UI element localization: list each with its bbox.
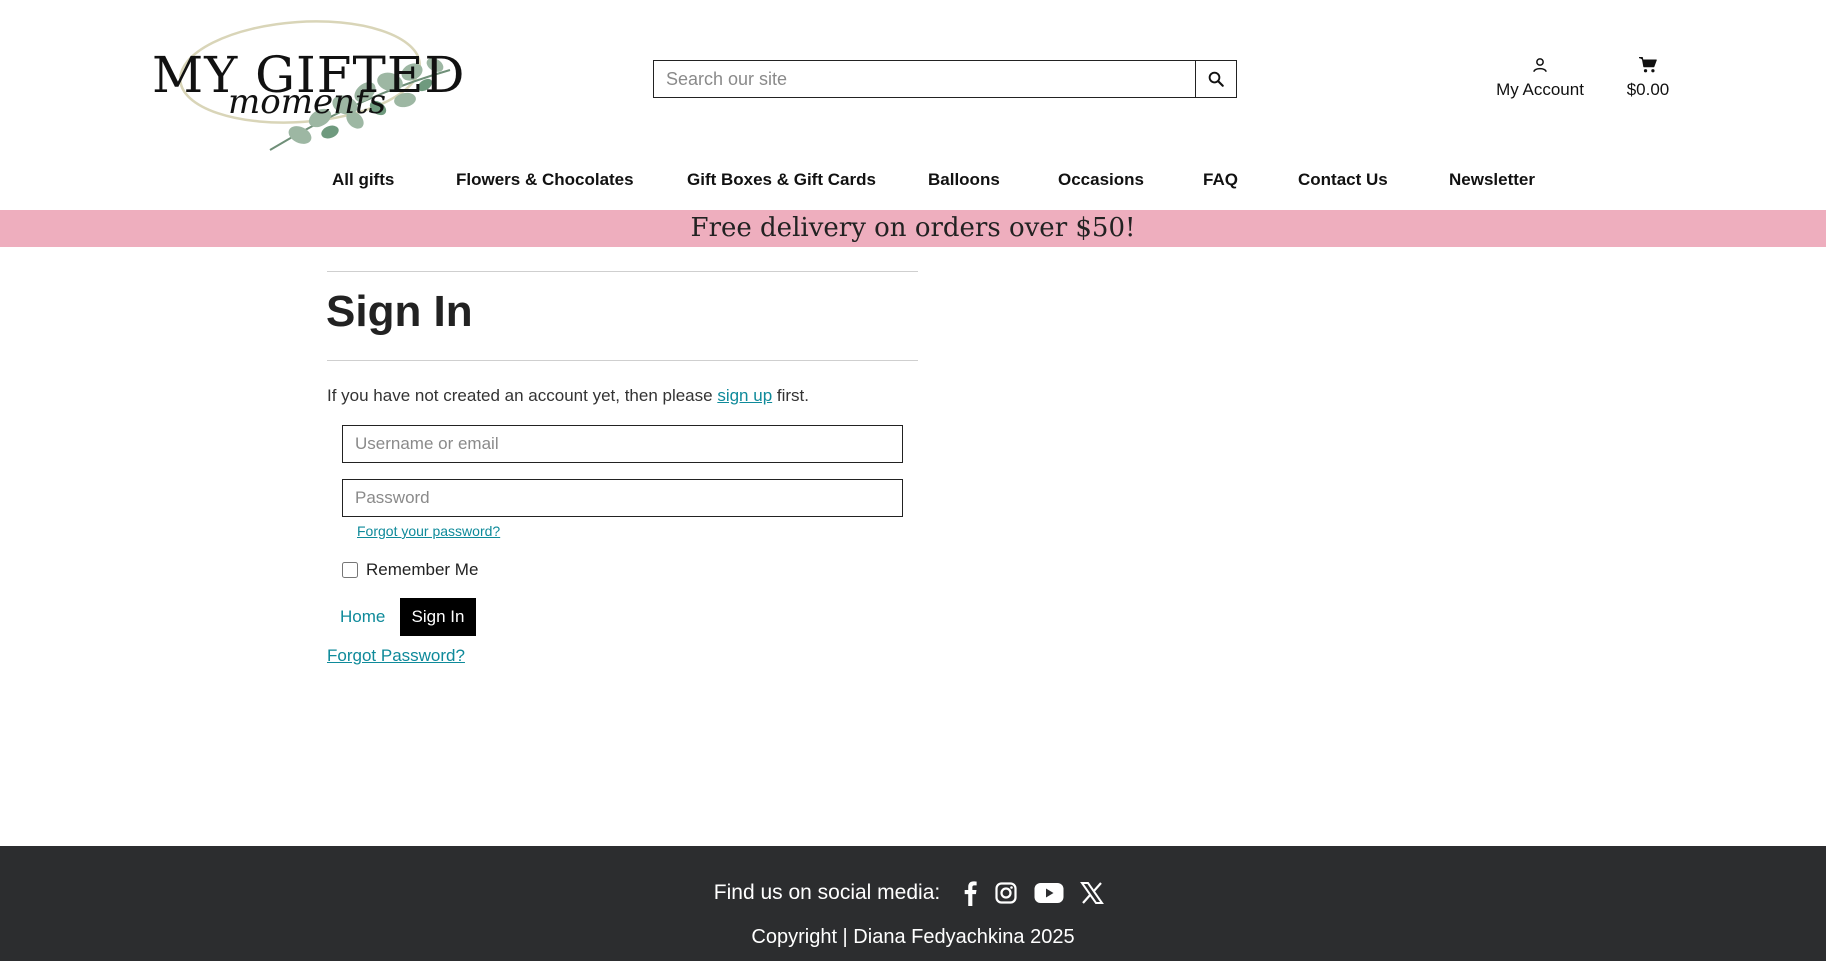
remember-me-checkbox[interactable] [342, 562, 358, 578]
nav-item-newsletter[interactable]: Newsletter [1449, 170, 1535, 190]
copyright: Copyright | Diana Fedyachkina 2025 [751, 926, 1075, 948]
site-search [653, 60, 1237, 98]
nav-item-balloons[interactable]: Balloons [928, 170, 1000, 190]
instagram-icon[interactable] [994, 881, 1018, 905]
sign-in-button[interactable]: Sign In [400, 598, 476, 636]
nav-item-contact-us[interactable]: Contact Us [1298, 170, 1388, 190]
top-divider [327, 271, 918, 272]
nav-item-faq[interactable]: FAQ [1203, 170, 1238, 190]
signup-prompt: If you have not created an account yet, … [327, 386, 809, 406]
home-link[interactable]: Home [340, 607, 385, 627]
my-account-link[interactable]: My Account [1490, 56, 1590, 100]
logo-script: moments [228, 82, 387, 122]
youtube-icon[interactable] [1034, 882, 1064, 904]
forgot-password-link[interactable]: Forgot Password? [327, 646, 465, 666]
site-footer: Find us on social media: Copyright | Dia… [0, 846, 1826, 961]
signup-link[interactable]: sign up [717, 386, 772, 405]
main-nav: All gifts Flowers & Chocolates Gift Boxe… [0, 170, 1826, 196]
social-label: Find us on social media: [713, 881, 941, 904]
x-icon[interactable] [1080, 882, 1105, 904]
forgot-password-small-link[interactable]: Forgot your password? [357, 523, 500, 539]
signup-prompt-before: If you have not created an account yet, … [327, 386, 718, 405]
promo-banner: Free delivery on orders over $50! [0, 210, 1826, 247]
remember-me[interactable]: Remember Me [342, 560, 478, 580]
site-logo[interactable]: MY GIFTED moments [150, 10, 470, 160]
nav-item-gift-boxes[interactable]: Gift Boxes & Gift Cards [687, 170, 876, 190]
search-input[interactable] [653, 60, 1195, 98]
username-field[interactable] [342, 425, 903, 463]
signup-prompt-after: first. [772, 386, 809, 405]
search-button[interactable] [1195, 60, 1237, 98]
nav-item-flowers-chocolates[interactable]: Flowers & Chocolates [456, 170, 634, 190]
facebook-icon[interactable] [962, 880, 978, 906]
page-title: Sign In [326, 287, 473, 336]
user-icon [1490, 56, 1590, 76]
password-field[interactable] [342, 479, 903, 517]
cart-icon [1616, 56, 1680, 76]
nav-item-occasions[interactable]: Occasions [1058, 170, 1144, 190]
cart-total: $0.00 [1626, 80, 1670, 99]
my-account-label: My Account [1496, 80, 1584, 99]
cart-link[interactable]: $0.00 [1616, 56, 1680, 100]
social-row: Find us on social media: [0, 880, 1826, 906]
nav-item-all-gifts[interactable]: All gifts [332, 170, 394, 190]
remember-me-label: Remember Me [366, 560, 479, 579]
title-divider [327, 360, 918, 361]
promo-banner-text: Free delivery on orders over $50! [690, 213, 1136, 243]
search-icon [1208, 71, 1224, 87]
